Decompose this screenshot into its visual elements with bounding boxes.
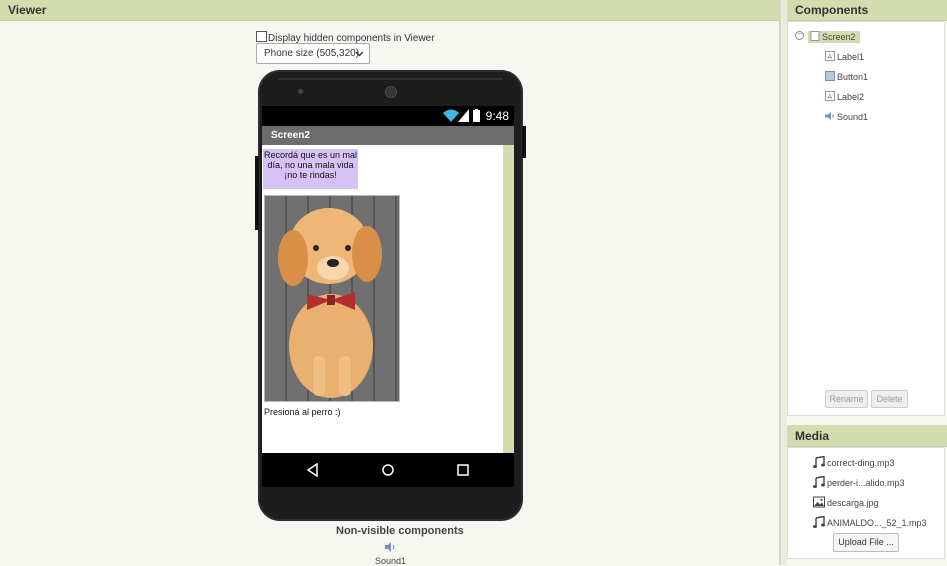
phone-screen: 9:48 Screen2 Recordá que es un mal día, …: [262, 106, 514, 487]
music-note-icon: [813, 475, 825, 488]
media-item-descarga[interactable]: descarga.jpg: [813, 496, 879, 510]
screen-scrollbar: [503, 145, 514, 453]
tree-item-screen2-selected: Screen2: [808, 31, 860, 43]
media-item-correct-ding[interactable]: correct-ding.mp3: [813, 455, 895, 470]
media-header: Media: [787, 425, 947, 447]
button-icon: [825, 70, 835, 81]
media-item-label: ANIMALDO..._52_1.mp3: [827, 518, 927, 528]
chevron-down-icon: [355, 44, 364, 70]
label2-text: Presioná al perro :): [264, 407, 341, 417]
media-item-label: perder-i...alido.mp3: [827, 478, 905, 488]
tree-item-sound1[interactable]: Sound1: [825, 109, 868, 125]
components-header: Components: [787, 0, 947, 21]
screen-title-bar: Screen2: [262, 126, 514, 145]
phone-side-button-right: [522, 126, 526, 158]
components-title: Components: [795, 3, 869, 17]
music-note-icon: [813, 455, 825, 468]
tree-item-button1-label: Button1: [837, 72, 869, 82]
collapse-toggle-icon[interactable]: −: [795, 31, 804, 40]
wifi-icon: [443, 109, 459, 125]
label-icon: A: [825, 90, 835, 101]
panel-splitter[interactable]: [780, 0, 787, 565]
status-time: 9:48: [485, 109, 509, 123]
speaker-icon[interactable]: [384, 541, 396, 553]
image-icon: [813, 496, 825, 508]
phone-size-value: Phone size (505,320): [264, 48, 360, 59]
tree-item-button1[interactable]: Button1: [825, 69, 868, 85]
speaker-icon: [825, 110, 835, 120]
tree-item-label2[interactable]: A Label2: [825, 89, 864, 105]
phone-side-button-left: [255, 156, 259, 230]
rename-button[interactable]: Rename: [825, 390, 868, 408]
signal-icon: [458, 109, 469, 125]
screen-title: Screen2: [271, 130, 310, 141]
phone-status-bar: 9:48: [262, 106, 514, 126]
phone-nav-bar: [262, 453, 514, 487]
phone-sensor: [298, 89, 303, 94]
media-item-animaldo[interactable]: ANIMALDO..._52_1.mp3: [813, 515, 927, 530]
viewer-title: Viewer: [8, 3, 47, 17]
svg-text:A: A: [828, 93, 833, 101]
media-title: Media: [795, 429, 830, 443]
tree-item-label2-label: Label2: [837, 92, 865, 102]
phone-size-select[interactable]: Phone size (505,320): [256, 43, 370, 64]
button1-image-button[interactable]: [264, 195, 400, 402]
label2[interactable]: Presioná al perro :): [264, 407, 341, 417]
tree-item-sound1-label: Sound1: [837, 112, 869, 122]
screen-content: Recordá que es un mal día, no una mala v…: [262, 145, 514, 453]
tree-item-label1[interactable]: A Label1: [825, 49, 864, 65]
tree-item-screen2[interactable]: Screen2: [808, 29, 860, 45]
phone-camera: [385, 86, 397, 98]
nonvisible-components-title: Non-visible components: [336, 525, 464, 537]
media-item-label: descarga.jpg: [827, 498, 879, 508]
recents-icon: [456, 463, 470, 480]
tree-item-screen2-label: Screen2: [822, 32, 856, 42]
media-item-label: correct-ding.mp3: [827, 458, 895, 468]
viewer-header: Viewer: [0, 0, 780, 21]
delete-button[interactable]: Delete: [871, 390, 908, 408]
phone-top-edge: [278, 78, 503, 80]
home-icon: [381, 463, 395, 480]
label1[interactable]: Recordá que es un mal día, no una mala v…: [263, 149, 358, 189]
back-icon: [306, 462, 320, 480]
label1-text: Recordá que es un mal día, no una mala v…: [263, 150, 358, 180]
svg-text:A: A: [828, 53, 833, 61]
upload-file-button[interactable]: Upload File ...: [833, 533, 899, 552]
music-note-icon: [813, 515, 825, 528]
display-hidden-checkbox[interactable]: [256, 31, 267, 42]
media-item-perder[interactable]: perder-i...alido.mp3: [813, 475, 905, 490]
tree-item-label1-label: Label1: [837, 52, 865, 62]
puppy-photo: [265, 196, 399, 401]
screen-icon: [810, 30, 820, 41]
battery-icon: [473, 109, 480, 125]
label-icon: A: [825, 50, 835, 61]
